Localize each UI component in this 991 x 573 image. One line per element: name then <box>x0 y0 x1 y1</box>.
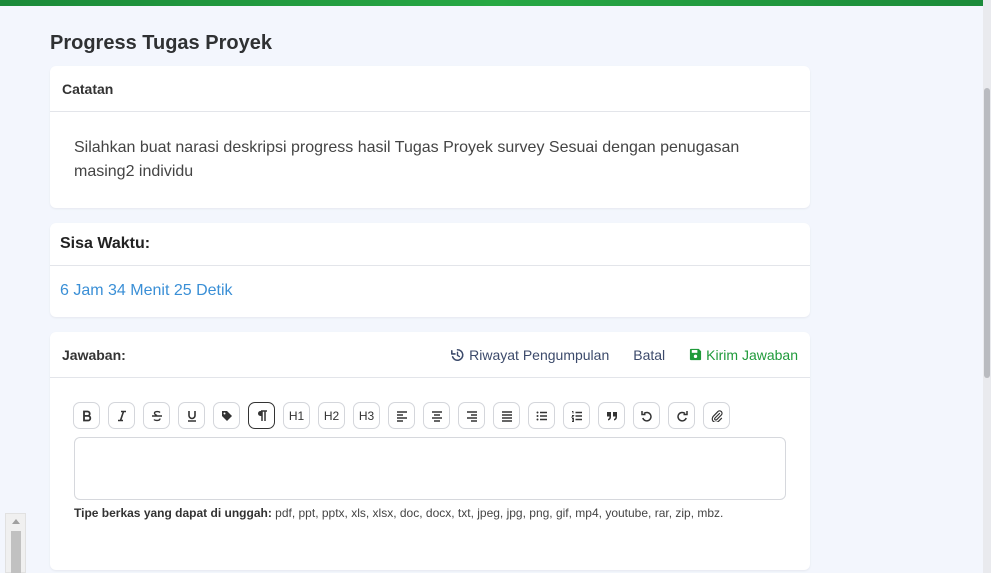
undo-button[interactable] <box>633 402 660 429</box>
answer-header: Jawaban: Riwayat Pengumpulan Batal Kirim… <box>50 332 810 378</box>
heading-2-label: H2 <box>323 408 340 423</box>
main-content: Progress Tugas Proyek Catatan Silahkan b… <box>50 30 810 570</box>
answer-header-label: Jawaban: <box>62 346 126 363</box>
page-scrollbar[interactable] <box>983 0 991 573</box>
underline-icon <box>186 410 198 422</box>
allowed-filetypes: Tipe berkas yang dapat di unggah: pdf, p… <box>74 506 723 520</box>
bold-icon <box>81 410 93 422</box>
paperclip-icon <box>711 409 723 422</box>
top-accent-bar <box>0 0 991 6</box>
heading-3-label: H3 <box>358 408 375 423</box>
italic-button[interactable] <box>108 402 135 429</box>
filetypes-list: pdf, ppt, pptx, xls, xlsx, doc, docx, tx… <box>275 506 724 520</box>
align-center-icon <box>431 410 443 422</box>
paragraph-icon <box>256 409 268 422</box>
cancel-button[interactable]: Batal <box>633 347 665 363</box>
timer-card: Sisa Waktu: 6 Jam 34 Menit 25 Detik <box>50 223 810 317</box>
timer-value: 6 Jam 34 Menit 25 Detik <box>60 282 233 299</box>
heading-1-button[interactable]: H1 <box>283 402 310 429</box>
notes-card: Catatan Silahkan buat narasi deskripsi p… <box>50 66 810 208</box>
history-icon <box>450 348 465 362</box>
paragraph-button[interactable] <box>248 402 275 429</box>
align-right-icon <box>466 410 478 422</box>
align-justify-button[interactable] <box>493 402 520 429</box>
side-scrollbar-thumb[interactable] <box>11 531 21 573</box>
align-left-button[interactable] <box>388 402 415 429</box>
filetypes-label: Tipe berkas yang dapat di unggah: <box>74 506 272 520</box>
tag-button[interactable] <box>213 402 240 429</box>
align-justify-icon <box>501 410 513 422</box>
save-icon <box>689 348 702 361</box>
heading-3-button[interactable]: H3 <box>353 402 380 429</box>
submit-answer-label: Kirim Jawaban <box>706 346 798 363</box>
submit-answer-button[interactable]: Kirim Jawaban <box>689 347 798 363</box>
page-scrollbar-thumb[interactable] <box>984 88 990 378</box>
attachment-button[interactable] <box>703 402 730 429</box>
history-button[interactable]: Riwayat Pengumpulan <box>450 347 609 363</box>
quote-icon <box>606 410 618 422</box>
bullet-list-button[interactable] <box>528 402 555 429</box>
align-right-button[interactable] <box>458 402 485 429</box>
numbered-list-icon <box>570 410 583 422</box>
numbered-list-button[interactable] <box>563 402 590 429</box>
align-left-icon <box>396 410 408 422</box>
editor-toolbar: H1 H2 H3 <box>73 402 730 429</box>
undo-icon <box>640 410 653 422</box>
tag-icon <box>221 410 233 422</box>
heading-2-button[interactable]: H2 <box>318 402 345 429</box>
bullet-list-icon <box>536 410 548 422</box>
strikethrough-icon <box>151 410 163 422</box>
quote-button[interactable] <box>598 402 625 429</box>
bold-button[interactable] <box>73 402 100 429</box>
answer-editor[interactable] <box>74 437 786 500</box>
answer-actions: Riwayat Pengumpulan Batal Kirim Jawaban <box>450 347 798 363</box>
strikethrough-button[interactable] <box>143 402 170 429</box>
notes-body: Silahkan buat narasi deskripsi progress … <box>74 139 740 180</box>
history-label: Riwayat Pengumpulan <box>469 346 610 363</box>
cancel-label: Batal <box>633 346 666 363</box>
scroll-up-arrow-icon[interactable] <box>12 519 20 524</box>
redo-button[interactable] <box>668 402 695 429</box>
redo-icon <box>676 410 688 422</box>
underline-button[interactable] <box>178 402 205 429</box>
heading-1-label: H1 <box>288 408 305 423</box>
timer-header: Sisa Waktu: <box>50 223 810 266</box>
notes-header: Catatan <box>50 66 810 112</box>
align-center-button[interactable] <box>423 402 450 429</box>
page-title: Progress Tugas Proyek <box>50 32 272 54</box>
italic-icon <box>116 410 128 422</box>
side-scrollbar[interactable] <box>5 513 26 573</box>
answer-card: Jawaban: Riwayat Pengumpulan Batal Kirim… <box>50 332 810 570</box>
